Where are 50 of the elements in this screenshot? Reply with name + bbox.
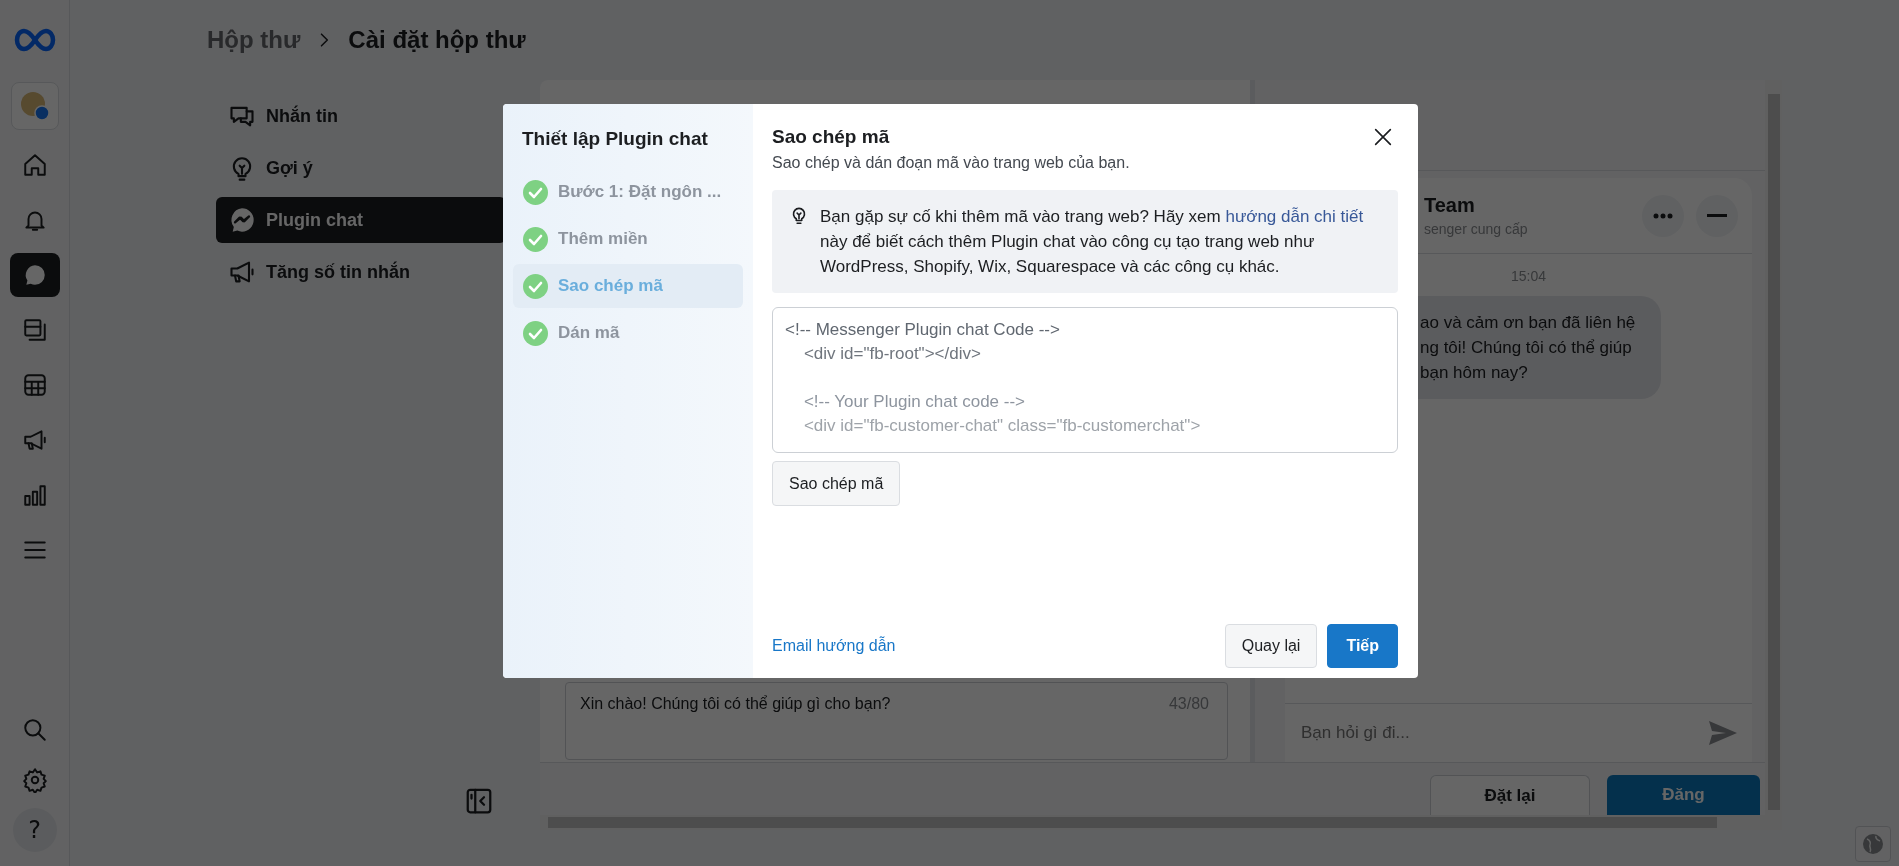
collapse-panel-icon <box>464 786 494 816</box>
email-instructions-link[interactable]: Email hướng dẫn <box>772 637 896 655</box>
dialog-heading: Sao chép mã <box>772 126 890 148</box>
chat-title: Team <box>1424 194 1476 217</box>
code-line: <div id="fb-root"></div> <box>802 343 982 365</box>
more-options-button[interactable] <box>1642 194 1684 237</box>
minus-icon <box>1707 213 1727 218</box>
minimize-button[interactable] <box>1696 194 1738 237</box>
send-icon[interactable] <box>1708 720 1738 746</box>
messenger-icon <box>228 206 256 234</box>
nav-rail-button[interactable] <box>9 253 60 297</box>
guide-link[interactable]: hướng dẫn chi tiết <box>1225 207 1364 226</box>
home-icon <box>21 152 48 178</box>
more-icon <box>1653 212 1673 219</box>
infinity-logo-icon <box>13 28 56 52</box>
table-icon <box>21 372 48 398</box>
setup-step[interactable]: Dán mã <box>513 311 743 355</box>
search-icon <box>21 717 48 743</box>
next-button[interactable]: Tiếp <box>1327 624 1398 668</box>
code-line: <div id="fb-customer-chat" class="fb-customerchat"> <box>802 415 1202 437</box>
settings-menu-item[interactable]: Plugin chat <box>216 197 506 243</box>
settings-icon <box>21 767 48 793</box>
settings-menu-item[interactable]: Tăng số tin nhắn <box>216 249 506 295</box>
settings-menu-item[interactable]: Nhắn tin <box>216 93 506 139</box>
language-button[interactable] <box>1855 826 1891 862</box>
dialog-sidebar-title: Thiết lập Plugin chat <box>521 128 709 150</box>
back-button[interactable]: Quay lại <box>1224 624 1318 668</box>
account-switcher[interactable] <box>10 82 59 130</box>
greeting-text: Xin chào! Chúng tôi có thể giúp gì cho bạn? <box>580 695 891 714</box>
help-button[interactable]: ? <box>12 808 57 852</box>
close-icon <box>1372 126 1394 148</box>
code-line: <!-- Your Plugin chat code --> <box>802 391 1027 413</box>
copy-code-button[interactable]: Sao chép mã <box>772 461 901 506</box>
page-title: Cài đặt hộp thư <box>348 26 526 54</box>
bar-chart-icon <box>21 482 48 508</box>
stacked-pages-icon <box>21 317 48 343</box>
publish-button[interactable]: Đăng <box>1607 775 1760 815</box>
setup-step[interactable]: Bước 1: Đặt ngôn ... <box>513 170 743 214</box>
setup-step[interactable]: Sao chép mã <box>513 264 743 308</box>
breadcrumb-link[interactable]: Hộp thư <box>207 26 301 54</box>
help-text: Bạn gặp sự cố khi thêm mã vào trang web? Hãy xem hướng dẫn chi tiết này để biết cách thêm Plugin chat vào công cụ tạo trang web như WordPress, Shopify, Wix, Squarespace và các công cụ khác. <box>820 206 1365 278</box>
globe-icon <box>1862 833 1884 855</box>
megaphone-icon <box>21 427 48 453</box>
settings-menu-item[interactable]: Gợi ý <box>216 145 506 191</box>
code-snippet-box[interactable]: <!-- Messenger Plugin chat Code --> <div id="fb-root"></div> <!-- Your Plugin chat code --> <div id="fb-customer-chat" class="fb-customerchat"> <box>772 307 1398 453</box>
code-line: <!-- Messenger Plugin chat Code --> <box>785 319 1061 341</box>
avatar-icon <box>18 90 51 122</box>
dialog-subheading: Sao chép và dán đoạn mã vào trang web của bạn. <box>772 154 1131 172</box>
setup-step[interactable]: Thêm miền <box>513 217 743 261</box>
reset-button[interactable]: Đặt lại <box>1430 775 1590 815</box>
